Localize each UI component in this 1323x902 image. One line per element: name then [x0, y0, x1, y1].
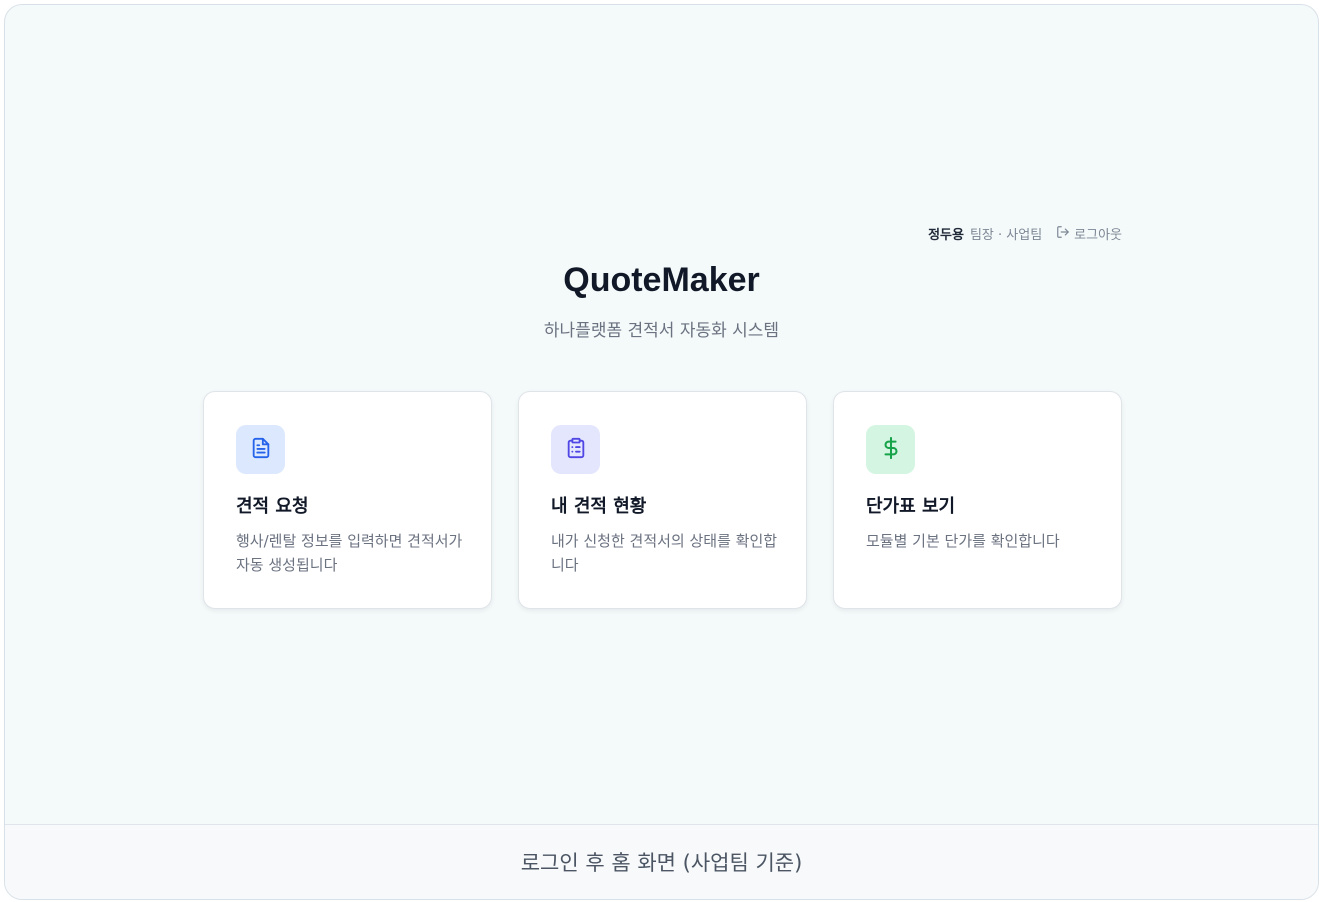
card-icon-box	[551, 425, 600, 474]
document-icon	[250, 437, 272, 463]
clipboard-list-icon	[565, 437, 587, 463]
card-quote-request[interactable]: 견적 요청 행사/렌탈 정보를 입력하면 견적서가 자동 생성됩니다	[203, 391, 492, 609]
dollar-icon	[880, 436, 902, 463]
screen-frame: 정두용 팀장 · 사업팀 로그아웃 QuoteMaker 하나플랫폼 견적서 자…	[4, 4, 1319, 900]
card-description: 내가 신청한 견적서의 상태를 확인합니다	[551, 532, 778, 574]
card-description: 모듈별 기본 단가를 확인합니다	[866, 532, 1060, 550]
caption-text: 로그인 후 홈 화면 (사업팀 기준)	[520, 851, 803, 875]
card-description: 행사/렌탈 정보를 입력하면 견적서가 자동 생성됩니다	[236, 532, 463, 574]
card-my-quotes[interactable]: 내 견적 현황 내가 신청한 견적서의 상태를 확인합니다	[518, 391, 807, 609]
user-bar: 정두용 팀장 · 사업팀 로그아웃	[928, 224, 1122, 243]
user-role-team: 팀장 · 사업팀	[969, 228, 1043, 243]
card-title: 내 견적 현황	[551, 496, 647, 517]
card-price-table[interactable]: 단가표 보기 모듈별 기본 단가를 확인합니다	[833, 391, 1122, 609]
logout-button[interactable]: 로그아웃	[1056, 224, 1122, 243]
app-subtitle: 하나플랫폼 견적서 자동화 시스템	[543, 321, 780, 341]
logout-label: 로그아웃	[1074, 228, 1122, 243]
card-icon-box	[236, 425, 285, 474]
screen-caption: 로그인 후 홈 화면 (사업팀 기준)	[5, 824, 1318, 899]
user-name: 정두용	[928, 228, 964, 243]
app-title: QuoteMaker	[563, 261, 760, 299]
card-icon-box	[866, 425, 915, 474]
card-title: 단가표 보기	[866, 496, 956, 517]
logout-icon	[1056, 225, 1074, 243]
card-title: 견적 요청	[236, 496, 309, 517]
